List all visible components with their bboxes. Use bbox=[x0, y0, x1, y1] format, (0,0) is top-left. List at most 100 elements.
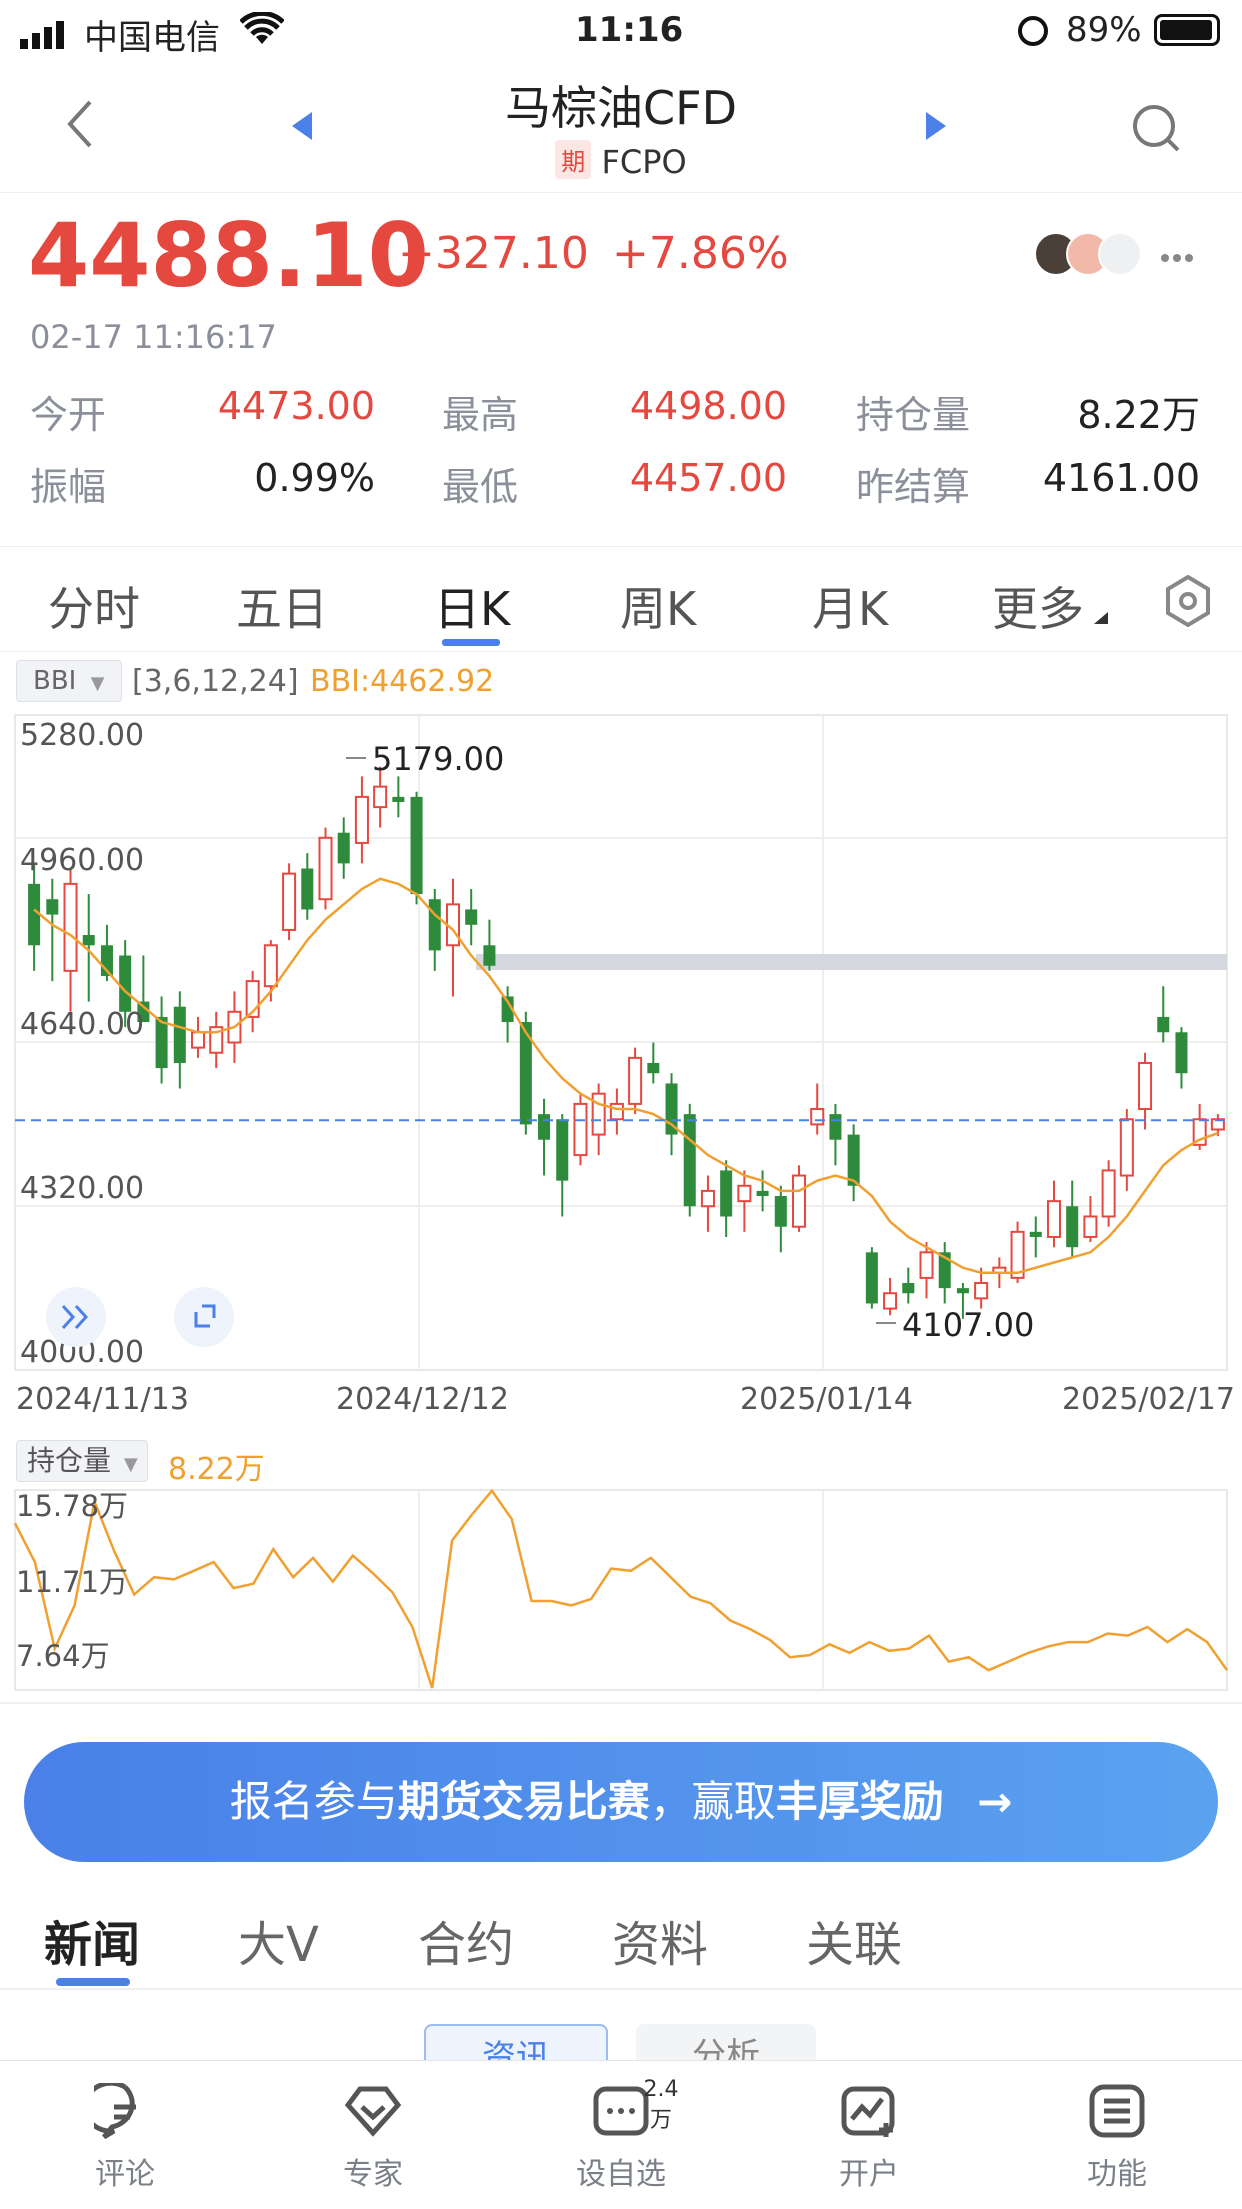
candle-body bbox=[756, 1190, 769, 1197]
avatar-group[interactable] bbox=[1034, 232, 1144, 276]
candle-body bbox=[1029, 1231, 1042, 1237]
nav-label: 专家 bbox=[343, 2157, 403, 2192]
watchlist-count-badge: 2.4万 bbox=[643, 2077, 679, 2133]
promo-text-bold: 丰厚奖励 bbox=[775, 1777, 944, 1826]
dropdown-triangle-icon bbox=[1094, 609, 1108, 628]
tab-weekly-k[interactable]: 周K bbox=[620, 573, 696, 639]
candle-body bbox=[1083, 1215, 1098, 1238]
tab-contract[interactable]: 合约 bbox=[418, 1905, 514, 1975]
promo-text: 报名参与 bbox=[229, 1777, 398, 1826]
expand-chart-icon[interactable] bbox=[46, 1287, 106, 1347]
settings-icon[interactable] bbox=[1164, 574, 1212, 631]
candle-body bbox=[428, 899, 441, 951]
candle-body bbox=[1066, 1206, 1079, 1248]
candle-body bbox=[902, 1283, 915, 1294]
nav-open-account[interactable]: 开户 bbox=[804, 2083, 934, 2193]
orientation-lock-icon bbox=[1018, 16, 1048, 46]
stat-value: 0.99% bbox=[254, 456, 375, 500]
status-bar: 中国电信 11:16 89% bbox=[0, 0, 1242, 62]
promo-text: ，赢取 bbox=[649, 1777, 776, 1826]
section-divider bbox=[0, 1988, 1242, 1990]
candle-body bbox=[155, 1016, 168, 1069]
price-change-percent: +7.86% bbox=[612, 228, 789, 279]
nav-expert[interactable]: 专家 bbox=[308, 2083, 438, 2193]
candle-body bbox=[410, 796, 423, 895]
tab-intraday[interactable]: 分时 bbox=[48, 573, 140, 639]
tab-monthly-k[interactable]: 月K bbox=[812, 573, 888, 639]
y-tick-label: 5280.00 bbox=[20, 718, 144, 753]
candle-body bbox=[483, 945, 496, 966]
candlestick-chart[interactable]: 5280.00 4960.00 4640.00 4320.00 4000.00 … bbox=[0, 700, 1242, 1420]
nav-comment[interactable]: 评论 bbox=[60, 2080, 190, 2193]
candle-body bbox=[191, 1031, 206, 1049]
candle-body bbox=[628, 1056, 643, 1105]
open-account-icon bbox=[804, 2083, 934, 2143]
y-tick-label: 4640.00 bbox=[20, 1007, 144, 1042]
section-divider bbox=[0, 1702, 1242, 1704]
nav-functions[interactable]: 功能 bbox=[1052, 2083, 1182, 2193]
resistance-band bbox=[476, 954, 1227, 970]
x-tick-label: 2024/11/13 bbox=[16, 1382, 189, 1417]
candle-body bbox=[591, 1092, 606, 1136]
fullscreen-icon[interactable] bbox=[174, 1287, 234, 1347]
candle-body bbox=[810, 1108, 825, 1126]
candle-body bbox=[609, 1102, 624, 1121]
tab-five-day[interactable]: 五日 bbox=[236, 573, 328, 639]
x-tick-label: 2025/02/17 bbox=[1062, 1382, 1235, 1417]
oi-y-tick: 11.71万 bbox=[16, 1565, 128, 1599]
stat-value: 4473.00 bbox=[217, 384, 375, 428]
candle-body bbox=[119, 955, 132, 1012]
tab-profile[interactable]: 资料 bbox=[612, 1905, 708, 1975]
y-tick-label: 4320.00 bbox=[20, 1171, 144, 1206]
candle-body bbox=[63, 882, 78, 972]
candle-body bbox=[392, 796, 405, 802]
candle-body bbox=[263, 944, 278, 988]
tab-news[interactable]: 新闻 bbox=[44, 1905, 140, 1975]
stat-label: 今开 bbox=[30, 393, 107, 437]
candle-body bbox=[1119, 1118, 1134, 1177]
battery-icon bbox=[1154, 14, 1220, 46]
signal-icon bbox=[20, 18, 72, 49]
tab-related[interactable]: 关联 bbox=[806, 1905, 902, 1975]
next-instrument-icon[interactable] bbox=[924, 110, 948, 146]
tab-more[interactable]: 更多 bbox=[992, 573, 1084, 639]
volume-indicator-selector[interactable]: 持仓量 ▼ bbox=[16, 1440, 148, 1482]
oi-y-tick: 7.64万 bbox=[16, 1639, 110, 1673]
candle-body bbox=[974, 1282, 989, 1300]
stat-value: 4161.00 bbox=[1042, 456, 1200, 500]
stat-value: 8.22万 bbox=[1077, 393, 1200, 437]
wifi-icon bbox=[239, 10, 285, 55]
last-price: 4488.10 bbox=[28, 204, 429, 307]
ellipsis-icon[interactable] bbox=[1160, 248, 1194, 267]
nav-add-watchlist[interactable]: 设自选 2.4万 bbox=[556, 2077, 686, 2193]
candle-body bbox=[683, 1114, 696, 1207]
candle-body bbox=[82, 935, 95, 946]
avatar bbox=[1098, 232, 1142, 276]
promo-banner[interactable]: 报名参与期货交易比赛，赢取丰厚奖励 → bbox=[24, 1742, 1218, 1862]
clock: 11:16 bbox=[575, 10, 684, 50]
bottom-nav: 评论 专家 设自选 2.4万 开户 功能 bbox=[0, 2060, 1242, 2209]
volume-indicator-name: 持仓量 bbox=[27, 1444, 112, 1477]
stat-label: 昨结算 bbox=[856, 465, 971, 509]
candle-body bbox=[956, 1288, 969, 1294]
tab-big-v[interactable]: 大V bbox=[238, 1905, 319, 1975]
tab-daily-k[interactable]: 日K bbox=[434, 573, 510, 639]
search-icon[interactable] bbox=[1130, 102, 1182, 158]
candle-body bbox=[1157, 1016, 1170, 1033]
menu-icon bbox=[1052, 2083, 1182, 2143]
open-interest-chart[interactable]: 15.78万 11.71万 7.64万 bbox=[0, 1488, 1242, 1698]
indicator-name: BBI bbox=[33, 666, 77, 696]
candle-body bbox=[538, 1114, 551, 1140]
candle-body bbox=[847, 1134, 860, 1186]
nav-label: 开户 bbox=[839, 2157, 899, 2192]
candle-body bbox=[373, 785, 388, 809]
candle-body bbox=[282, 872, 297, 931]
candle-body bbox=[1175, 1032, 1188, 1074]
indicator-selector[interactable]: BBI ▼ bbox=[16, 660, 122, 702]
oi-y-tick: 15.78万 bbox=[16, 1489, 128, 1523]
candle-body bbox=[354, 795, 369, 844]
candle-body bbox=[919, 1251, 934, 1279]
candle-body bbox=[46, 899, 59, 915]
futures-badge: 期 bbox=[555, 140, 592, 179]
news-tab-underline bbox=[56, 1978, 130, 1986]
